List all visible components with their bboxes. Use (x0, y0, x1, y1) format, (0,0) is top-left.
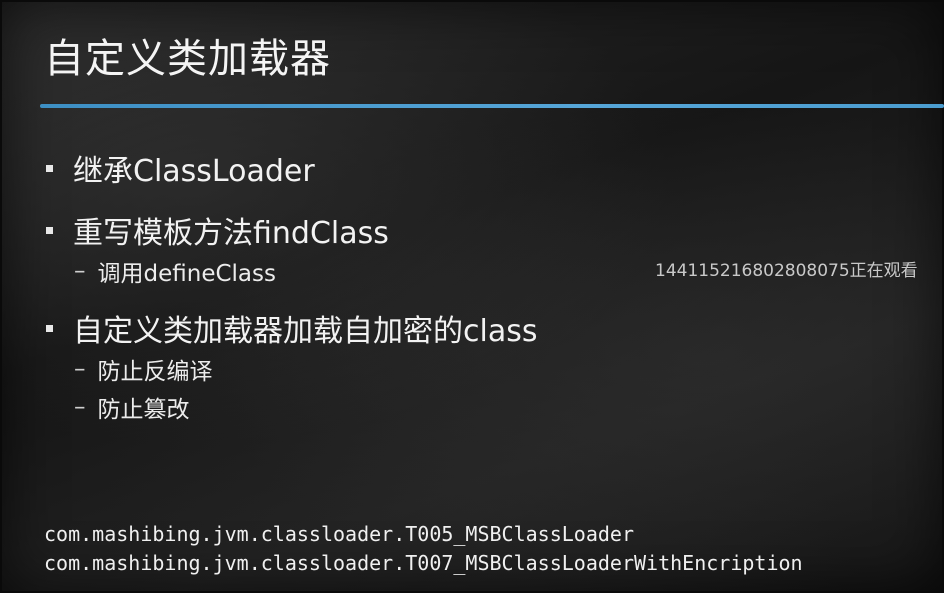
bullet-item: 继承ClassLoader (44, 146, 315, 190)
dash-icon: – (74, 258, 86, 284)
code-line: com.mashibing.jvm.classloader.T005_MSBCl… (44, 522, 635, 546)
bullet-text: 继承ClassLoader (73, 154, 315, 189)
bullet-item: 自定义类加载器加载自加密的class (44, 306, 537, 350)
sub-bullet-item: – 调用defineClass (74, 254, 276, 288)
bullet-marker-icon (46, 164, 53, 172)
dash-icon: – (74, 356, 86, 382)
sub-bullet-text: 防止篡改 (97, 397, 190, 423)
bullet-marker-icon (46, 226, 53, 234)
slide-frame (0, 0, 944, 593)
title-divider (40, 104, 944, 108)
sub-bullet-text: 防止反编译 (97, 359, 213, 385)
sub-bullet-item: – 防止反编译 (74, 352, 213, 386)
sub-bullet-text: 调用defineClass (97, 261, 276, 287)
slide-title: 自定义类加载器 (44, 36, 331, 82)
bullet-item: 重写模板方法findClass (44, 208, 389, 252)
sub-bullet-item: – 防止篡改 (74, 390, 190, 424)
bullet-marker-icon (46, 324, 53, 332)
dash-icon: – (74, 394, 86, 420)
bullet-text: 重写模板方法findClass (73, 216, 389, 251)
code-line: com.mashibing.jvm.classloader.T007_MSBCl… (44, 551, 803, 575)
bullet-text: 自定义类加载器加载自加密的class (73, 314, 538, 349)
viewer-count-overlay: 1441152168028080​75正在观看 (655, 261, 918, 281)
